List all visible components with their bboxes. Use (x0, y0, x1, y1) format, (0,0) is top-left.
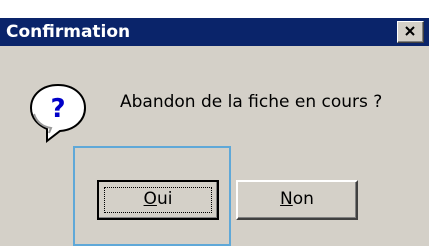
oui-button[interactable]: Oui (97, 180, 219, 220)
right-edge (429, 0, 435, 246)
title-bar[interactable]: Confirmation (0, 18, 429, 46)
close-icon (405, 26, 415, 36)
question-icon: ? (29, 83, 87, 144)
non-button[interactable]: Non (236, 180, 358, 220)
oui-mnemonic: O (143, 189, 157, 209)
non-button-label: Non (280, 189, 314, 209)
dialog-title: Confirmation (6, 22, 131, 42)
oui-button-label: Oui (144, 189, 173, 209)
dialog-message: Abandon de la fiche en cours ? (120, 92, 383, 112)
non-label-rest: on (292, 189, 314, 209)
non-mnemonic: N (280, 189, 293, 209)
top-strip (0, 0, 435, 18)
screenshot-stage: Confirmation ? Abandon de la fiche en co… (0, 0, 435, 246)
confirmation-dialog: Confirmation ? Abandon de la fiche en co… (0, 0, 435, 246)
oui-label-rest: ui (156, 189, 173, 209)
svg-text:?: ? (50, 94, 65, 124)
close-button[interactable] (397, 21, 424, 43)
